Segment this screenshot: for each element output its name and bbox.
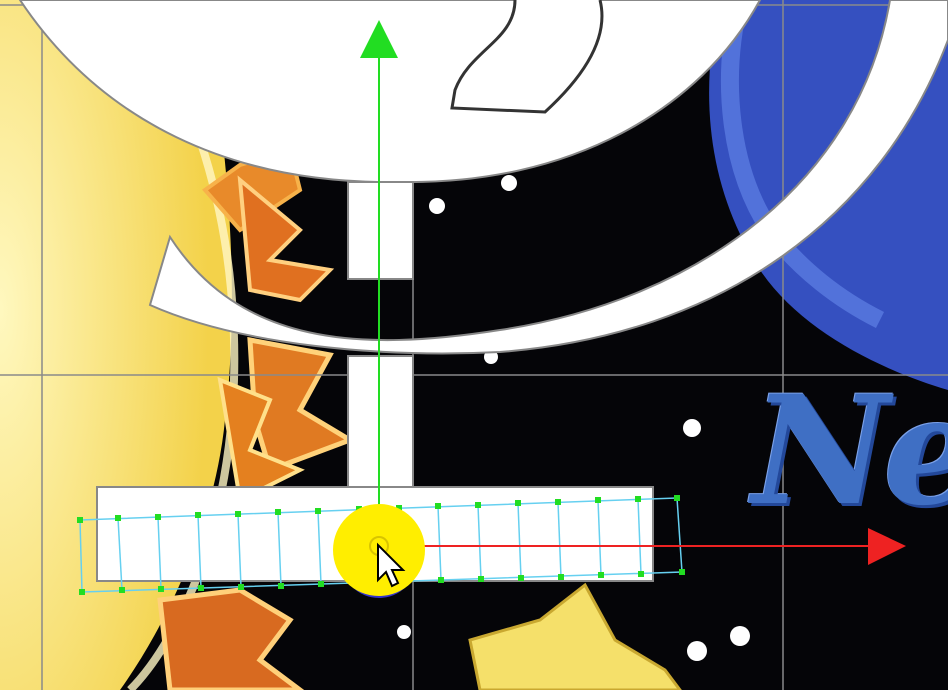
canvas-viewport[interactable] [0, 0, 948, 690]
artwork-title-text: Ne [752, 363, 948, 539]
glyph-stem-upper[interactable] [347, 181, 414, 280]
glyph-stem-lower[interactable] [347, 355, 414, 492]
